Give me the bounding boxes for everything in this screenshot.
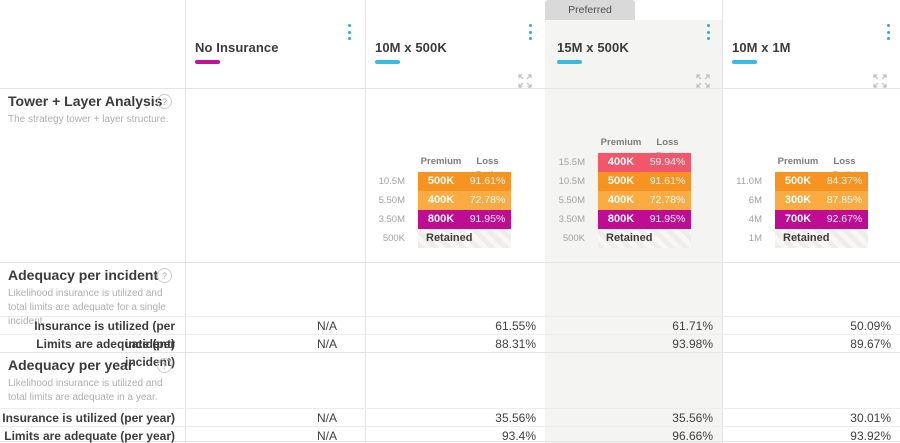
- metric-value: 35.56%: [365, 409, 545, 427]
- metric-row-label: Limits are adequate (per year): [0, 427, 175, 443]
- tower-layer-premium: 300K: [775, 191, 821, 210]
- tower-layer-loss-ratio: 91.61%: [464, 172, 511, 191]
- strategy-color-swatch: [375, 60, 400, 64]
- tower-layer-premium: 500K: [598, 172, 644, 191]
- metric-row-label: Limits are adequate (per incident): [0, 335, 175, 353]
- metric-value: 61.71%: [545, 317, 722, 335]
- metric-value: N/A: [185, 335, 365, 353]
- kebab-menu-icon[interactable]: [883, 24, 893, 40]
- metric-value: 35.56%: [545, 409, 722, 427]
- tower-chart-10m-x-500k: Premium Loss Ratio 10.5M 500K 91.61% 5.5…: [365, 155, 511, 248]
- tower-limit-label: 3.50M: [545, 210, 598, 229]
- column-header-no-insurance[interactable]: No Insurance: [195, 40, 279, 64]
- section-title-adequacy-per-incident: Adequacy per incident: [8, 267, 158, 283]
- tower-premium-header: Premium: [598, 136, 644, 150]
- tower-loss-ratio-header: Loss Ratio: [821, 155, 868, 169]
- tower-layer-premium: 400K: [598, 191, 644, 210]
- column-header-15m-x-500k[interactable]: 15M x 500K: [557, 40, 629, 64]
- column-title: 15M x 500K: [557, 40, 629, 55]
- help-icon[interactable]: ?: [157, 358, 172, 373]
- tower-layer-premium: 700K: [775, 210, 821, 229]
- tower-layer-loss-ratio: 91.61%: [644, 172, 691, 191]
- strategy-color-swatch: [557, 60, 582, 64]
- tower-chart-10m-x-1m: Premium Loss Ratio 11.0M 500K 84.37% 6M …: [722, 155, 868, 248]
- tower-layer-loss-ratio: 84.37%: [821, 172, 868, 191]
- tower-retained-limit-label: 1M: [722, 229, 775, 248]
- preferred-badge: Preferred: [545, 0, 635, 20]
- tower-retained-limit-label: 500K: [545, 229, 598, 248]
- kebab-menu-icon[interactable]: [344, 24, 354, 40]
- metric-value: 93.4%: [365, 427, 545, 443]
- column-divider: [185, 0, 186, 443]
- metric-value: 88.31%: [365, 335, 545, 353]
- metric-value: 96.66%: [545, 427, 722, 443]
- column-title: 10M x 500K: [375, 40, 447, 55]
- tower-retained-layer: Retained: [775, 229, 868, 248]
- section-title-adequacy-per-year: Adequacy per year: [8, 357, 133, 373]
- kebab-menu-icon[interactable]: [703, 24, 713, 40]
- strategy-color-swatch: [195, 60, 220, 64]
- row-divider: [0, 88, 900, 89]
- tower-loss-ratio-header: Loss Ratio: [464, 155, 511, 169]
- help-icon[interactable]: ?: [157, 268, 172, 283]
- tower-limit-label: 10.5M: [545, 172, 598, 191]
- tower-loss-ratio-header: Loss Ratio: [644, 136, 691, 150]
- metric-value: 93.92%: [722, 427, 900, 443]
- expand-icon[interactable]: [518, 74, 532, 88]
- column-title: No Insurance: [195, 40, 279, 55]
- tower-layer-loss-ratio: 72.78%: [464, 191, 511, 210]
- kebab-menu-icon[interactable]: [525, 24, 535, 40]
- tower-retained-layer: Retained: [598, 229, 691, 248]
- tower-premium-header: Premium: [418, 155, 464, 169]
- tower-limit-label: 3.50M: [365, 210, 418, 229]
- tower-layer-premium: 800K: [418, 210, 464, 229]
- tower-limit-label: 6M: [722, 191, 775, 210]
- tower-layer-premium: 400K: [598, 153, 644, 172]
- section-description: The strategy tower + layer structure.: [8, 113, 180, 127]
- column-header-10m-x-1m[interactable]: 10M x 1M: [732, 40, 791, 64]
- tower-layer-premium: 400K: [418, 191, 464, 210]
- section-title-tower-layer-analysis: Tower + Layer Analysis: [8, 93, 162, 109]
- metric-value: 93.98%: [545, 335, 722, 353]
- strategy-color-swatch: [732, 60, 757, 64]
- column-header-10m-x-500k[interactable]: 10M x 500K: [375, 40, 447, 64]
- tower-layer-loss-ratio: 91.95%: [464, 210, 511, 229]
- tower-retained-layer: Retained: [418, 229, 511, 248]
- metric-value: N/A: [185, 427, 365, 443]
- tower-layer-loss-ratio: 87.85%: [821, 191, 868, 210]
- tower-layer-loss-ratio: 92.67%: [821, 210, 868, 229]
- tower-limit-label: 5.50M: [365, 191, 418, 210]
- tower-limit-label: 11.0M: [722, 172, 775, 191]
- tower-limit-label: 10.5M: [365, 172, 418, 191]
- expand-icon[interactable]: [873, 74, 887, 88]
- strategy-comparison-table: Preferred No Insurance 10M x 500K 15M x …: [0, 0, 900, 443]
- tower-limit-label: 5.50M: [545, 191, 598, 210]
- section-description: Likelihood insurance is utilized and tot…: [8, 377, 180, 405]
- tower-premium-header: Premium: [775, 155, 821, 169]
- expand-icon[interactable]: [696, 74, 710, 88]
- tower-layer-premium: 500K: [775, 172, 821, 191]
- metric-value: N/A: [185, 317, 365, 335]
- tower-layer-loss-ratio: 91.95%: [644, 210, 691, 229]
- metric-row-label: Insurance is utilized (per incident): [0, 317, 175, 335]
- tower-retained-limit-label: 500K: [365, 229, 418, 248]
- metric-row-label: Insurance is utilized (per year): [0, 409, 175, 427]
- tower-limit-label: 4M: [722, 210, 775, 229]
- column-title: 10M x 1M: [732, 40, 791, 55]
- metric-value: 61.55%: [365, 317, 545, 335]
- tower-limit-label: 15.5M: [545, 153, 598, 172]
- metric-value: 30.01%: [722, 409, 900, 427]
- help-icon[interactable]: ?: [157, 94, 172, 109]
- tower-layer-loss-ratio: 59.94%: [644, 153, 691, 172]
- row-divider: [0, 262, 900, 263]
- metric-value: 50.09%: [722, 317, 900, 335]
- tower-layer-loss-ratio: 72.78%: [644, 191, 691, 210]
- metric-value: 89.67%: [722, 335, 900, 353]
- tower-layer-premium: 500K: [418, 172, 464, 191]
- tower-chart-15m-x-500k: Premium Loss Ratio 15.5M 400K 59.94% 10.…: [545, 136, 691, 248]
- metric-value: N/A: [185, 409, 365, 427]
- tower-layer-premium: 800K: [598, 210, 644, 229]
